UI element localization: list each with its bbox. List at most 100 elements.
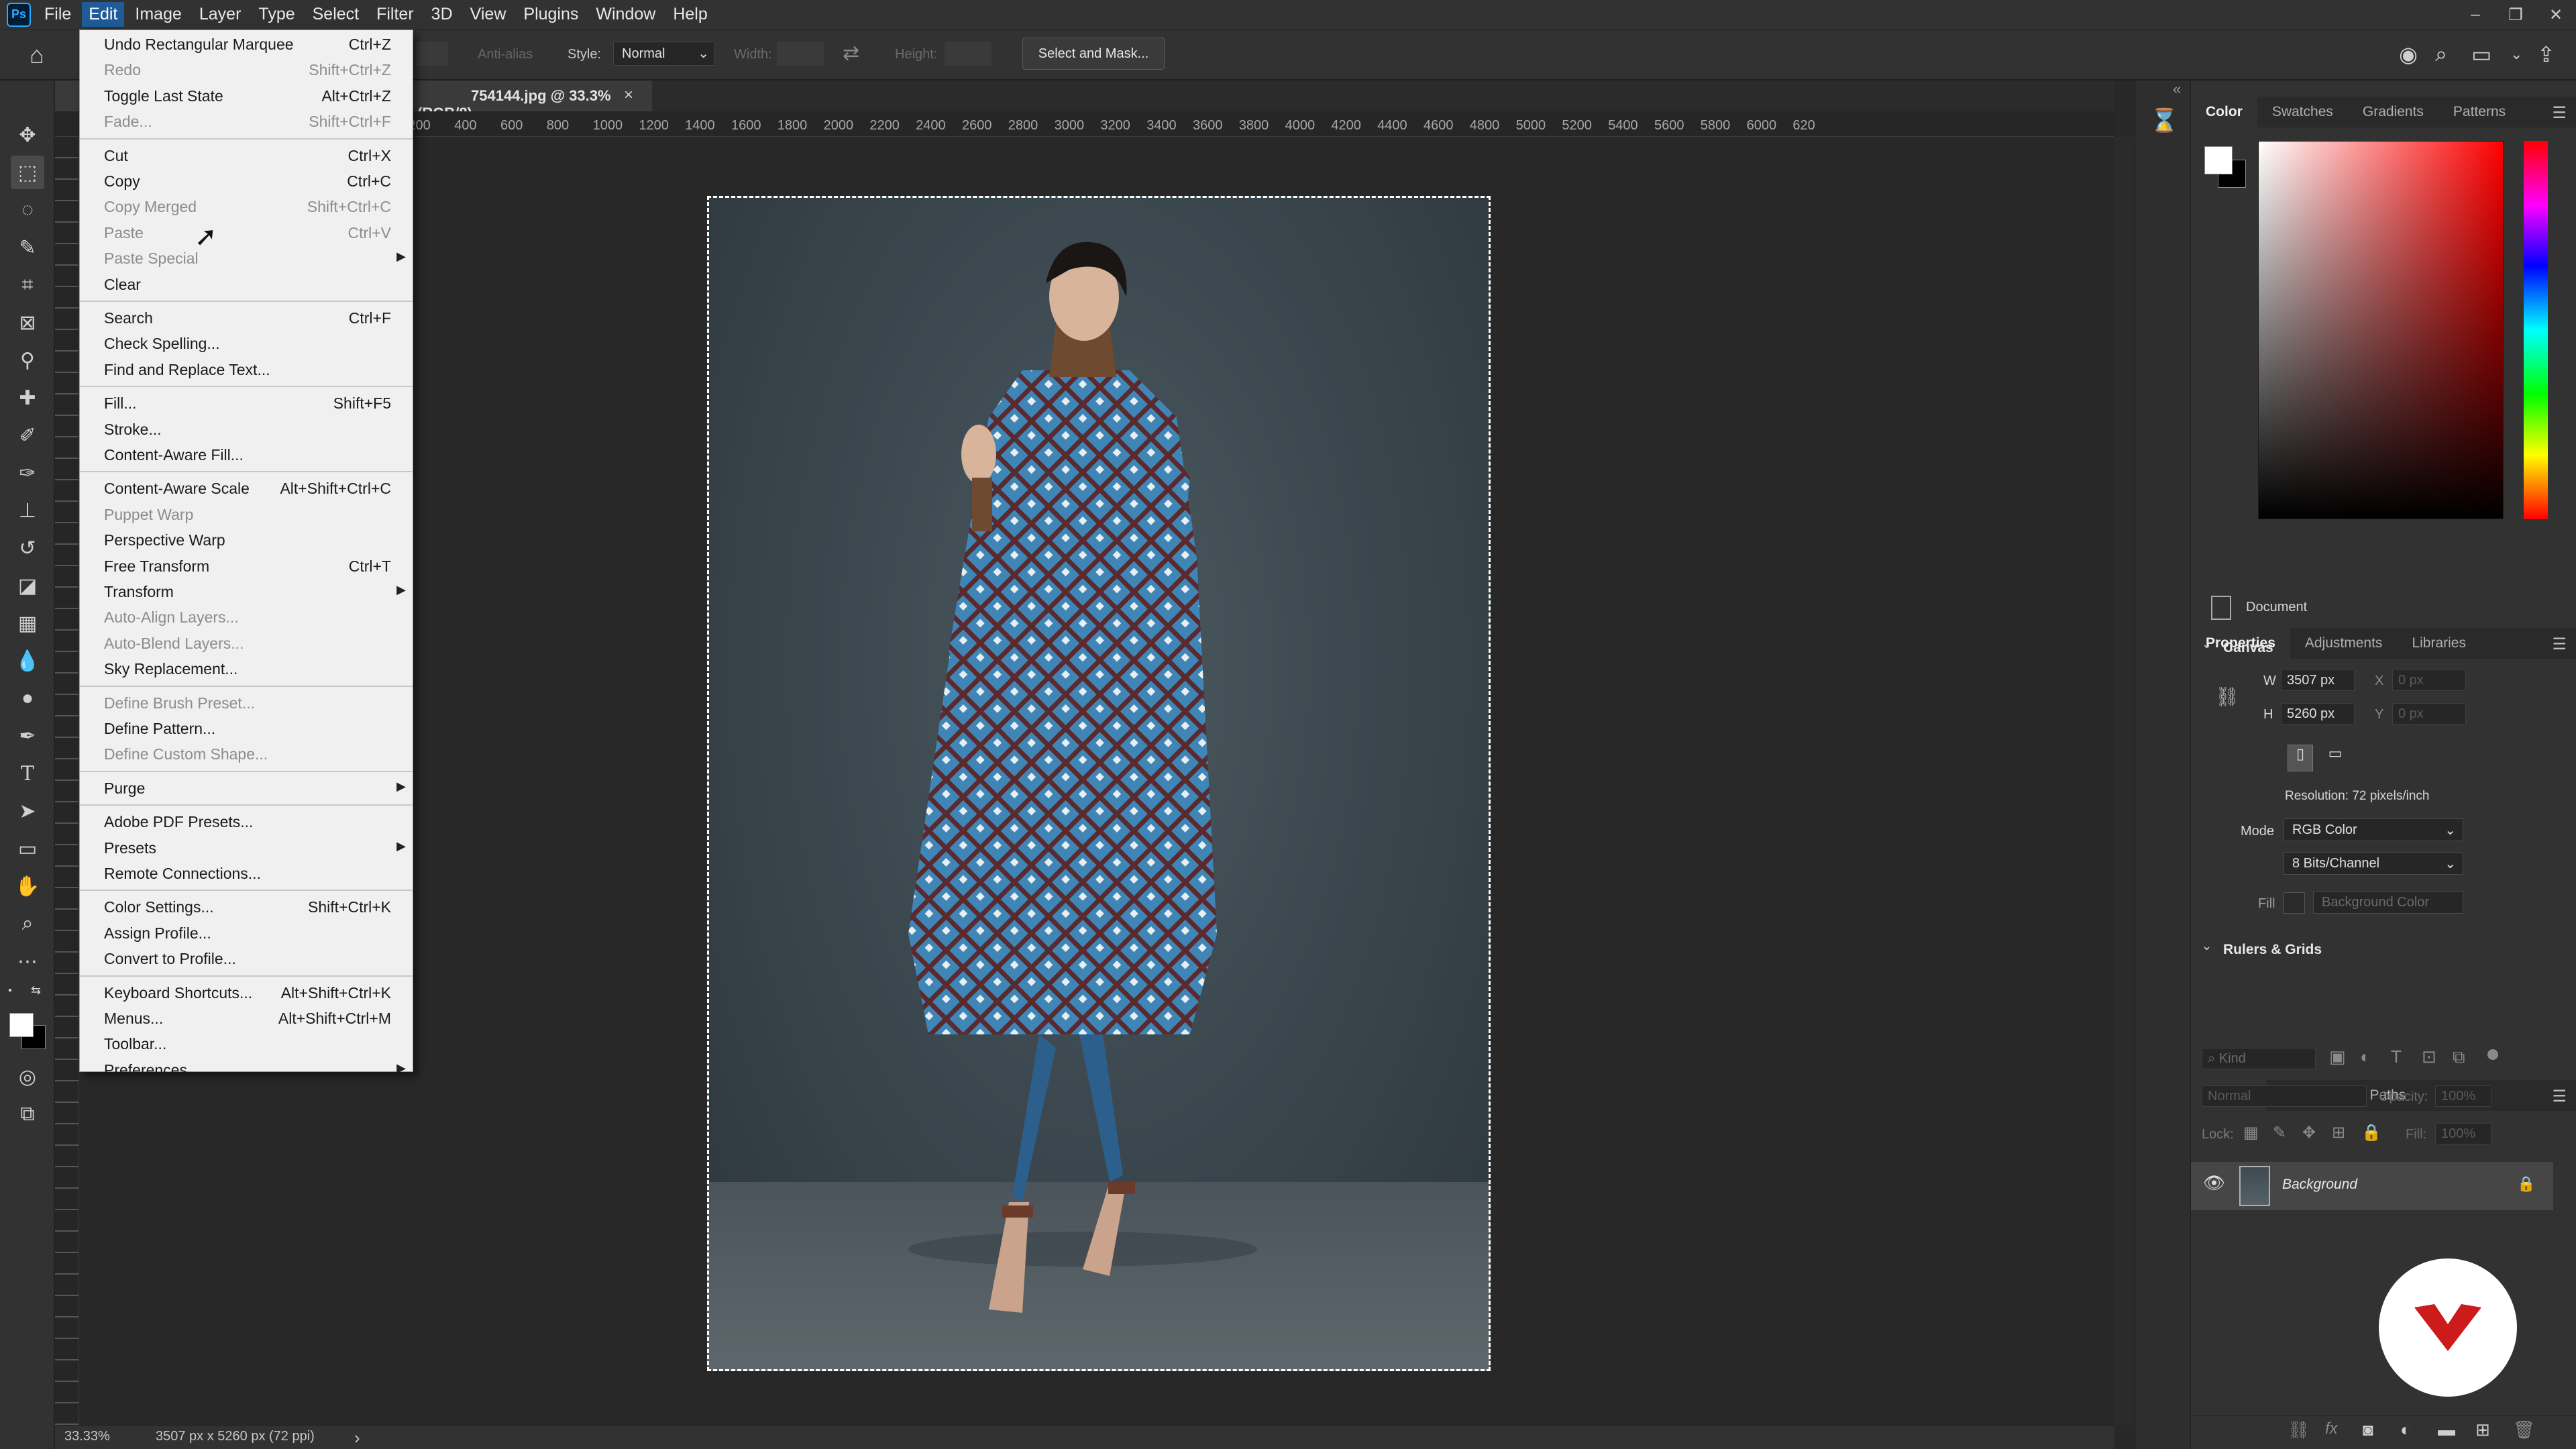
gradient-tool-icon[interactable]: ▦	[11, 606, 44, 640]
menu-item-stroke[interactable]: Stroke...	[80, 417, 413, 442]
menu-item-menus[interactable]: Menus... Alt+Shift+Ctrl+M	[80, 1006, 413, 1031]
history-brush-tool-icon[interactable]: ↺	[11, 531, 44, 565]
color-field[interactable]	[2258, 141, 2504, 519]
menu-view[interactable]: View	[464, 2, 513, 27]
foreground-color-swatch[interactable]	[9, 1013, 34, 1037]
menu-item-content-aware-fill[interactable]: Content-Aware Fill...	[80, 442, 413, 468]
menu-item-convert-to-profile[interactable]: Convert to Profile...	[80, 946, 413, 971]
close-tab-icon[interactable]: ×	[624, 86, 633, 105]
frame-tool-icon[interactable]: ⊠	[11, 306, 44, 339]
minimize-icon[interactable]: –	[2455, 5, 2496, 24]
zoom-tool-icon[interactable]: ⌕	[11, 907, 44, 941]
chevron-down-icon[interactable]: ⌄	[2202, 637, 2212, 651]
width-field[interactable]	[777, 42, 824, 66]
menu-item-remote-connections[interactable]: Remote Connections...	[80, 861, 413, 886]
default-colors-icon[interactable]: ▪	[8, 985, 12, 997]
blur-tool-icon[interactable]: 💧	[11, 644, 44, 678]
link-layers-icon[interactable]: ⛓	[2288, 1419, 2310, 1440]
hue-slider[interactable]	[2524, 141, 2548, 519]
menu-item-define-pattern[interactable]: Define Pattern...	[80, 716, 413, 741]
tab-color[interactable]: Color	[2191, 97, 2257, 127]
adjustment-layer-icon[interactable]: ◐	[2400, 1419, 2411, 1440]
menu-window[interactable]: Window	[589, 2, 662, 27]
filter-type-icon[interactable]: T	[2391, 1046, 2402, 1067]
menu-item-undo-rectangular-marquee[interactable]: Undo Rectangular Marquee Ctrl+Z	[80, 32, 413, 57]
menu-item-copy[interactable]: Copy Ctrl+C	[80, 168, 413, 194]
delete-layer-icon[interactable]: 🗑	[2513, 1419, 2535, 1440]
tab-libraries[interactable]: Libraries	[2397, 628, 2481, 659]
menu-item-adobe-pdf-presets[interactable]: Adobe PDF Presets...	[80, 809, 413, 835]
menu-item-transform[interactable]: Transform ▶	[80, 579, 413, 604]
vertical-scrollbar[interactable]	[2114, 137, 2135, 1425]
menu-select[interactable]: Select	[306, 2, 366, 27]
screen-mode-icon[interactable]: ⧉	[11, 1097, 44, 1131]
hand-tool-icon[interactable]: ✋	[11, 869, 44, 903]
canvas-section-header[interactable]: Canvas	[2223, 640, 2273, 656]
layer-fill-input[interactable]: 100%	[2435, 1123, 2491, 1144]
color-panel-menu-icon[interactable]: ☰	[2552, 103, 2567, 123]
fill-select[interactable]: Background Color	[2313, 891, 2463, 914]
crop-tool-icon[interactable]: ⌗	[11, 268, 44, 302]
history-panel-icon[interactable]: ⌛	[2150, 107, 2178, 134]
layers-panel-menu-icon[interactable]: ☰	[2552, 1087, 2567, 1106]
link-dimensions-icon[interactable]: ⛓	[2215, 686, 2239, 708]
move-tool-icon[interactable]: ✥	[11, 118, 44, 152]
canvas-x-input[interactable]: 0 px	[2392, 669, 2466, 691]
eyedropper-tool-icon[interactable]: ⚲	[11, 343, 44, 377]
pen-tool-icon[interactable]: ✒	[11, 719, 44, 753]
menu-item-find-and-replace-text[interactable]: Find and Replace Text...	[80, 357, 413, 382]
rectangular-marquee-tool-icon[interactable]: ⬚	[11, 156, 44, 189]
color-panel-foreground-swatch[interactable]	[2204, 146, 2233, 174]
filter-adjustment-icon[interactable]: ◐	[2360, 1046, 2371, 1067]
zoom-level[interactable]: 33.33%	[64, 1429, 110, 1444]
filter-smart-object-icon[interactable]: ⧉	[2453, 1046, 2465, 1068]
close-icon[interactable]: ✕	[2536, 5, 2576, 25]
landscape-orientation-icon[interactable]: ▭	[2322, 745, 2348, 771]
tab-adjustments[interactable]: Adjustments	[2290, 628, 2398, 659]
portrait-orientation-icon[interactable]: ▯	[2288, 745, 2313, 771]
menu-item-purge[interactable]: Purge ▶	[80, 775, 413, 801]
menu-item-perspective-warp[interactable]: Perspective Warp	[80, 527, 413, 553]
menu-item-assign-profile[interactable]: Assign Profile...	[80, 920, 413, 946]
dodge-tool-icon[interactable]: ●	[11, 682, 44, 715]
home-icon[interactable]: ⌂	[20, 41, 54, 68]
path-selection-tool-icon[interactable]: ➤	[11, 794, 44, 828]
share-user-icon[interactable]: ◉	[2399, 42, 2418, 67]
search-icon[interactable]: ⌕	[2435, 42, 2447, 67]
lasso-tool-icon[interactable]: ◌	[11, 193, 44, 227]
mixer-brush-tool-icon[interactable]: ✑	[11, 456, 44, 490]
tab-patterns[interactable]: Patterns	[2438, 97, 2520, 127]
workspace-icon[interactable]: ▭	[2471, 42, 2491, 67]
menu-file[interactable]: File	[38, 2, 78, 27]
fill-color-swatch[interactable]	[2284, 892, 2305, 914]
rulers-grids-section-header[interactable]: Rulers & Grids	[2223, 942, 2322, 958]
layer-name[interactable]: Background	[2282, 1177, 2357, 1193]
opacity-input[interactable]: 100%	[2435, 1085, 2491, 1107]
bit-depth-select[interactable]: 8 Bits/Channel ⌄	[2284, 852, 2463, 875]
layer-style-fx-icon[interactable]: fx	[2325, 1419, 2338, 1438]
menu-edit[interactable]: Edit	[82, 2, 125, 27]
layer-filter-kind-select[interactable]: ⌕ Kind	[2202, 1048, 2316, 1069]
swap-width-height-icon[interactable]: ⇄	[843, 42, 859, 65]
properties-panel-menu-icon[interactable]: ☰	[2552, 635, 2567, 654]
chevron-down-icon[interactable]: ⌄	[2510, 46, 2522, 63]
quick-selection-tool-icon[interactable]: ✎	[11, 231, 44, 264]
menu-item-presets[interactable]: Presets ▶	[80, 835, 413, 861]
lock-image-icon[interactable]: ✎	[2273, 1123, 2286, 1142]
new-layer-icon[interactable]: ⊞	[2475, 1419, 2490, 1440]
filter-shape-icon[interactable]: ⊡	[2422, 1046, 2436, 1067]
eraser-tool-icon[interactable]: ◪	[11, 569, 44, 602]
menu-item-search[interactable]: Search Ctrl+F	[80, 305, 413, 331]
canvas-width-input[interactable]: 3507 px	[2281, 669, 2355, 691]
menu-type[interactable]: Type	[252, 2, 301, 27]
menu-item-keyboard-shortcuts[interactable]: Keyboard Shortcuts... Alt+Shift+Ctrl+K	[80, 980, 413, 1006]
type-tool-icon[interactable]: T	[11, 757, 44, 790]
menu-plugins[interactable]: Plugins	[517, 2, 585, 27]
visibility-eye-icon[interactable]: 👁	[2203, 1173, 2225, 1193]
menu-item-sky-replacement[interactable]: Sky Replacement...	[80, 656, 413, 682]
quick-mask-icon[interactable]: ◎	[11, 1060, 44, 1093]
menu-item-check-spelling[interactable]: Check Spelling...	[80, 331, 413, 356]
feather-field[interactable]	[416, 42, 448, 66]
more-tools-icon[interactable]: ⋯	[11, 945, 44, 978]
filter-pixel-icon[interactable]: ▣	[2329, 1046, 2346, 1067]
